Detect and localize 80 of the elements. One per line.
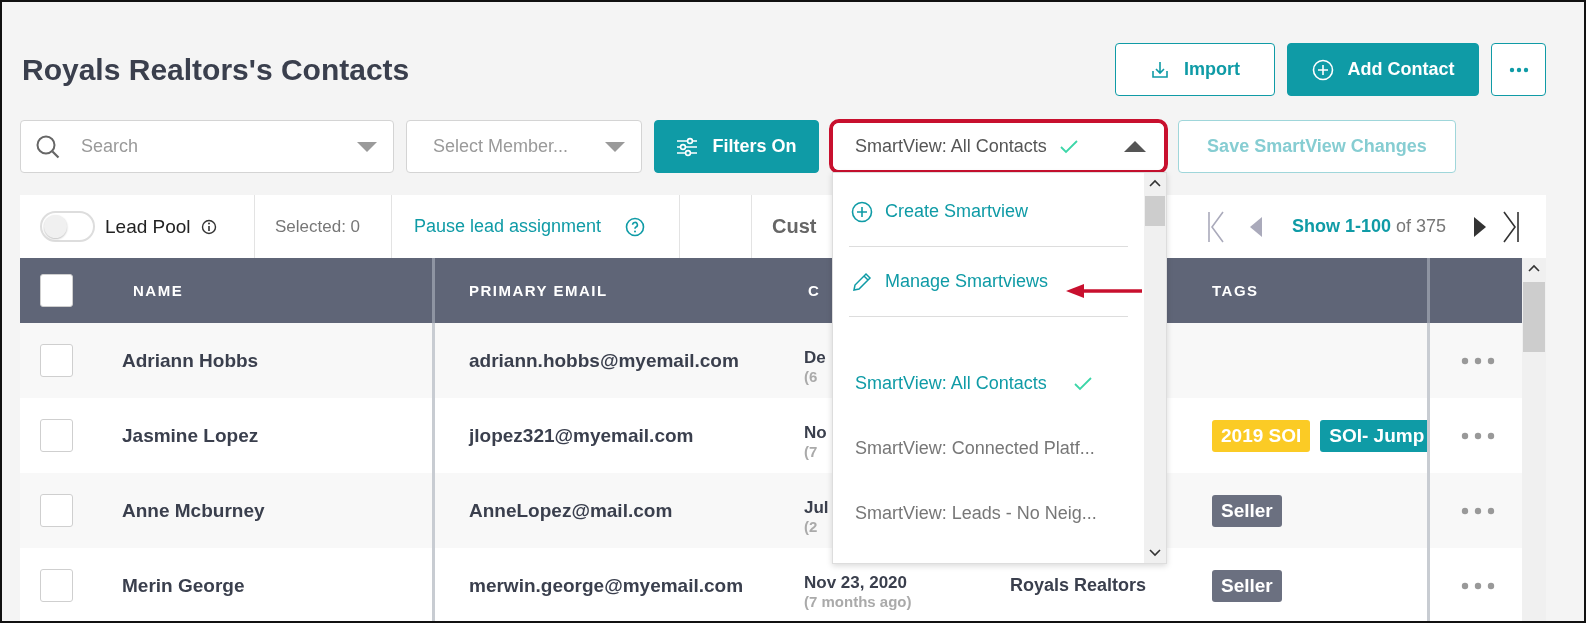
- lead-pool-toggle[interactable]: [40, 211, 95, 242]
- menu-option[interactable]: SmartView: Connected Platf...: [833, 416, 1144, 481]
- tag: Seller: [1212, 569, 1282, 602]
- email-text: AnneLopez@mail.com: [469, 499, 673, 522]
- info-icon: [200, 218, 217, 235]
- check-icon: [1072, 375, 1093, 392]
- caret-down-icon: [357, 141, 377, 152]
- menu-item[interactable]: Manage Smartviews: [849, 247, 1128, 317]
- column-header[interactable]: TAGS: [1212, 282, 1259, 299]
- row-checkbox[interactable]: [40, 494, 73, 527]
- last-page-icon[interactable]: [1502, 210, 1520, 243]
- sliders-icon: [676, 136, 699, 157]
- contact-name[interactable]: Jasmine Lopez: [122, 424, 259, 447]
- more-icon[interactable]: [1461, 506, 1495, 515]
- date-text: No: [804, 423, 827, 443]
- menu-item[interactable]: Create Smartview: [849, 177, 1128, 247]
- scroll-up-icon: [1149, 179, 1161, 187]
- search-input[interactable]: Search: [79, 135, 339, 158]
- plus-circle-icon: [1311, 58, 1334, 81]
- import-button[interactable]: Import: [1115, 43, 1275, 96]
- scroll-down-icon: [1149, 549, 1161, 557]
- first-page-icon[interactable]: [1206, 210, 1225, 243]
- email-text: jlopez321@myemail.com: [469, 424, 694, 447]
- check-icon: [1058, 138, 1079, 155]
- scrollbar-thumb[interactable]: [1145, 196, 1165, 226]
- filters-button[interactable]: Filters On: [654, 120, 819, 173]
- scroll-up-icon: [1528, 264, 1540, 272]
- caret-up-icon: [1124, 141, 1146, 152]
- selected-count: Selected: 0: [275, 216, 361, 237]
- column-header[interactable]: NAME: [133, 282, 184, 299]
- scrollbar[interactable]: [1522, 258, 1546, 621]
- more-icon: [1508, 66, 1529, 73]
- smartview-select[interactable]: SmartView: All Contacts: [833, 123, 1164, 170]
- select-all-checkbox[interactable]: [40, 274, 73, 307]
- email-text: adriann.hobbs@myemail.com: [469, 349, 739, 372]
- date-text: De: [804, 348, 826, 368]
- plus-circle-icon: [851, 200, 873, 223]
- tag: 2019 SOI: [1212, 419, 1311, 452]
- tag: Seller: [1212, 494, 1282, 527]
- relative-time: (7 months ago): [804, 593, 912, 610]
- next-icon[interactable]: [1474, 216, 1486, 237]
- table-cell: Royals Realtors: [1010, 575, 1147, 596]
- pencil-icon: [851, 270, 873, 293]
- add-contact-button[interactable]: Add Contact: [1287, 43, 1479, 96]
- row-checkbox[interactable]: [40, 569, 73, 602]
- row-checkbox[interactable]: [40, 419, 73, 452]
- member-select[interactable]: Select Member...: [406, 120, 642, 173]
- search-field[interactable]: Search: [20, 120, 394, 173]
- previous-icon[interactable]: [1249, 216, 1262, 237]
- date-text: Nov 23, 2020: [804, 573, 907, 593]
- column-header[interactable]: C: [808, 282, 821, 299]
- row-checkbox[interactable]: [40, 344, 73, 377]
- contact-name[interactable]: Adriann Hobbs: [122, 349, 259, 372]
- column-header[interactable]: PRIMARY EMAIL: [469, 282, 608, 299]
- menu-option[interactable]: SmartView: All Contacts: [833, 351, 1144, 416]
- toggle-label: Lead Pool: [105, 215, 191, 238]
- pause-lead-link[interactable]: Pause lead assignment: [414, 216, 602, 237]
- relative-time: (7: [804, 443, 818, 460]
- menu-option[interactable]: SmartView: Leads - No Neig...: [833, 481, 1144, 546]
- more-button[interactable]: [1491, 43, 1546, 96]
- tag: SOI- Jump: [1320, 419, 1427, 452]
- page-range: Show 1-100 of 375: [1291, 216, 1446, 237]
- scrollbar-thumb[interactable]: [1523, 282, 1545, 352]
- help-icon: [625, 216, 646, 237]
- contact-name[interactable]: Merin George: [122, 574, 245, 597]
- relative-time: (6: [804, 368, 818, 385]
- search-icon: [35, 133, 61, 160]
- page-title: Royals Realtors's Contacts: [22, 52, 410, 87]
- toolbar-label: Cust: [772, 215, 817, 238]
- email-text: merwin.george@myemail.com: [469, 574, 744, 597]
- date-text: Jul: [804, 498, 829, 518]
- download-icon: [1150, 59, 1170, 80]
- scrollbar[interactable]: [1144, 173, 1166, 563]
- member-input[interactable]: Select Member...: [431, 135, 587, 158]
- more-icon[interactable]: [1461, 581, 1495, 590]
- relative-time: (2: [804, 518, 818, 535]
- contact-name[interactable]: Anne Mcburney: [122, 499, 265, 522]
- more-icon[interactable]: [1461, 356, 1495, 365]
- more-icon[interactable]: [1461, 431, 1495, 440]
- caret-down-icon: [605, 141, 625, 152]
